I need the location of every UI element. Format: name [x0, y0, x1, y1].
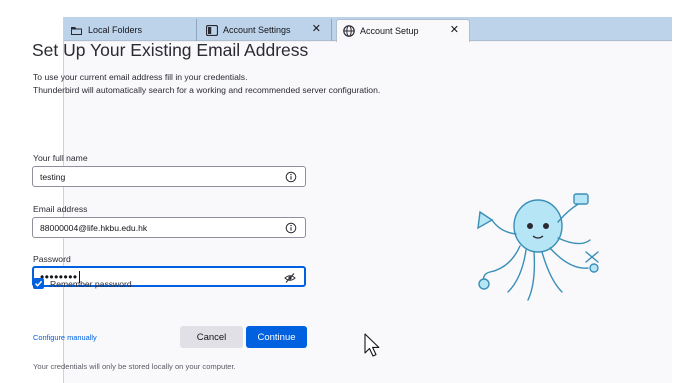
continue-button[interactable]: Continue	[246, 326, 307, 348]
info-icon[interactable]	[285, 171, 297, 183]
globe-icon	[343, 25, 355, 37]
configure-manually-link[interactable]: Configure manually	[33, 333, 97, 342]
octopus-mascot-icon	[477, 193, 599, 301]
hide-password-icon[interactable]	[284, 272, 296, 284]
email-label: Email address	[33, 204, 88, 214]
checkmark-icon	[34, 280, 43, 287]
close-icon[interactable]: ✕	[312, 23, 321, 36]
tab-label: Local Folders	[88, 25, 143, 35]
info-icon[interactable]	[285, 222, 297, 234]
cancel-button[interactable]: Cancel	[180, 326, 243, 348]
intro-text: To use your current email address fill i…	[33, 71, 380, 97]
full-name-label: Your full name	[33, 153, 88, 163]
full-name-value: testing	[40, 171, 66, 182]
tab-label: Account Setup	[360, 26, 419, 36]
intro-line: Thunderbird will automatically search fo…	[33, 85, 381, 95]
settings-window-icon	[206, 24, 218, 36]
tab-local-folders[interactable]: Local Folders	[64, 19, 197, 41]
tab-label: Account Settings	[223, 25, 291, 35]
close-icon[interactable]: ✕	[450, 24, 459, 37]
remember-password-label: Remember password	[50, 278, 132, 289]
remember-password[interactable]: Remember password	[33, 278, 132, 289]
page-title: Set Up Your Existing Email Address	[32, 40, 309, 60]
email-value: 88000004@life.hkbu.edu.hk	[40, 222, 148, 233]
folder-icon	[71, 26, 82, 35]
intro-line: To use your current email address fill i…	[33, 72, 248, 82]
remember-password-checkbox[interactable]	[33, 278, 44, 289]
full-name-field[interactable]: testing	[32, 166, 306, 187]
tab-bar: Local Folders Account Settings ✕ Account…	[64, 17, 672, 42]
email-field[interactable]: 88000004@life.hkbu.edu.hk	[32, 217, 306, 238]
tab-account-setup[interactable]: Account Setup ✕	[336, 19, 470, 42]
tab-account-settings[interactable]: Account Settings ✕	[200, 19, 332, 41]
credentials-note: Your credentials will only be stored loc…	[33, 362, 236, 371]
mouse-cursor-icon	[364, 333, 380, 357]
password-label: Password	[33, 254, 71, 264]
